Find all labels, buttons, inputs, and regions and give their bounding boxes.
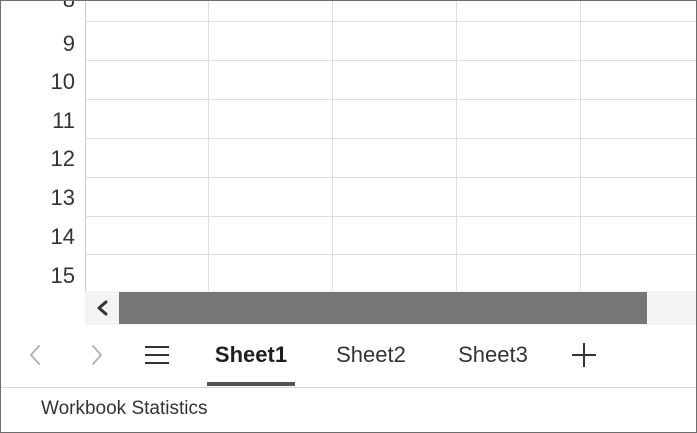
sheet-menu-button[interactable] (145, 341, 171, 369)
sheet-tab-sheet1[interactable]: Sheet1 (207, 335, 295, 375)
row-gridline (85, 254, 696, 255)
row-header-10[interactable]: 10 (1, 62, 85, 101)
sheet-tab-sheet2[interactable]: Sheet2 (327, 335, 415, 375)
row-gridline (85, 177, 696, 178)
row-header-9[interactable]: 9 (1, 24, 85, 63)
spreadsheet-window: 8 9 10 11 12 13 14 15 (0, 0, 697, 433)
row-header-border (85, 1, 86, 291)
next-sheet-button[interactable] (83, 339, 111, 371)
scrollbar-thumb[interactable] (119, 292, 647, 324)
row-header-8[interactable]: 8 (1, 1, 85, 19)
cell-grid: 8 9 10 11 12 13 14 15 (1, 1, 696, 291)
row-gridline (85, 21, 696, 22)
status-bar: Workbook Statistics (1, 388, 696, 432)
hamburger-menu-icon (145, 346, 169, 348)
column-gridline (580, 1, 581, 291)
chevron-left-icon (30, 345, 40, 365)
row-header-12[interactable]: 12 (1, 139, 85, 178)
plus-icon (583, 343, 585, 367)
row-gridline (85, 216, 696, 217)
column-gridline (332, 1, 333, 291)
chevron-left-icon (97, 300, 108, 316)
row-header-14[interactable]: 14 (1, 217, 85, 256)
previous-sheet-button[interactable] (21, 339, 49, 371)
column-gridline (208, 1, 209, 291)
row-header-15[interactable]: 15 (1, 256, 85, 291)
scroll-left-button[interactable] (93, 298, 113, 318)
add-sheet-button[interactable] (570, 341, 598, 369)
chevron-right-icon (92, 345, 102, 365)
workbook-statistics-button[interactable]: Workbook Statistics (41, 398, 207, 420)
scrollbar-corner (1, 291, 85, 325)
column-gridline (456, 1, 457, 291)
row-gridline (85, 60, 696, 61)
row-gridline (85, 138, 696, 139)
hamburger-menu-icon (145, 362, 169, 364)
sheet-tab-sheet3[interactable]: Sheet3 (449, 335, 537, 375)
row-header-11[interactable]: 11 (1, 101, 85, 140)
row-header-13[interactable]: 13 (1, 178, 85, 217)
active-tab-indicator (207, 382, 295, 386)
sheet-tab-bar: Sheet1 Sheet2 Sheet3 (1, 325, 696, 387)
row-gridline (85, 99, 696, 100)
horizontal-scrollbar[interactable] (85, 291, 696, 325)
hamburger-menu-icon (145, 354, 169, 356)
